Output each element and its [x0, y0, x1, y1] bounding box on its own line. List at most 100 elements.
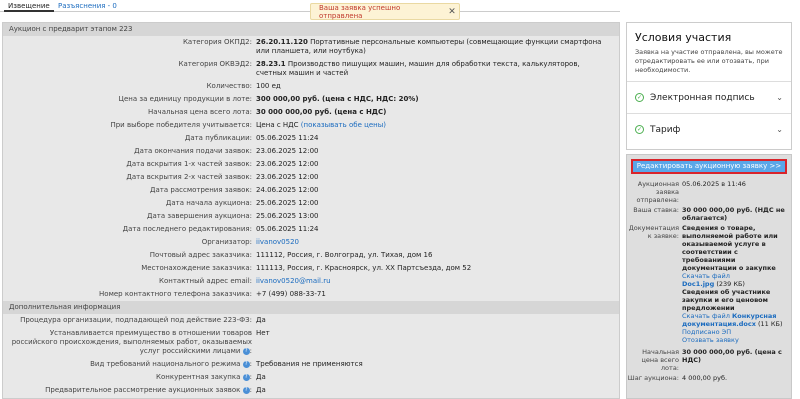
detail-row: Дата окончания подачи заявок: 23.06.2025 …	[3, 145, 619, 158]
detail-label: Контактный адрес email:	[159, 277, 252, 285]
detail-row: Номер контактного телефона заказчика: +7 …	[3, 288, 619, 301]
detail-value: 300 000,00 руб. (цена с НДС, НДС: 20%)	[256, 93, 619, 106]
detail-label: Дата рассмотрения заявок:	[150, 186, 252, 194]
additional-value: Требования не применяются	[256, 360, 363, 368]
additional-label-text: Процедура организации, подпадающей под д…	[20, 316, 252, 324]
close-icon[interactable]: ✕	[445, 7, 459, 17]
detail-row: Категория ОКВЭД2: 28.23.1 Производство пи…	[3, 58, 619, 80]
additional-label: Устанавливается преимущество в отношении…	[11, 329, 252, 355]
detail-link[interactable]: (показывать обе цены)	[301, 121, 386, 129]
additional-row: Процедура организации, подпадающей под д…	[3, 314, 619, 327]
additional-label-text: Конкурентная закупка	[156, 373, 241, 381]
detail-value: 25.06.2025 13:00	[256, 210, 619, 223]
withdraw-link[interactable]: Отозвать заявку	[682, 336, 739, 344]
bid-value: 30 000 000,00 руб. (НДС не облагается)	[682, 206, 785, 222]
detail-value: 25.06.2025 12:00	[256, 197, 619, 210]
detail-row: Количество: 100 ед	[3, 80, 619, 93]
detail-value: 24.06.2025 12:00	[256, 184, 619, 197]
detail-row: При выборе победителя учитывается: Цена с…	[3, 119, 619, 132]
detail-row: Дата завершения аукциона: 25.06.2025 13:0…	[3, 210, 619, 223]
tab-notice[interactable]: Извещение	[4, 2, 54, 12]
doc2-desc: Сведения об участнике закупки и его цено…	[682, 288, 771, 312]
edit-application-button[interactable]: Редактировать аукционную заявку >>	[631, 159, 787, 174]
additional-value: Да	[256, 373, 266, 381]
check-icon: ✓	[635, 125, 644, 134]
detail-value-text: 23.06.2025 12:00	[256, 160, 319, 168]
step-value: 4 000,00 руб.	[682, 374, 728, 382]
detail-label: Номер контактного телефона заказчика:	[99, 290, 252, 298]
additional-value: Да	[256, 386, 266, 394]
docs-list: Сведения о товаре, выполняемой работе ил…	[682, 224, 791, 344]
detail-value: 23.06.2025 12:00	[256, 171, 619, 184]
additional-label: Вид требований национального режима ?:	[90, 360, 252, 368]
detail-label: Дата завершения аукциона:	[147, 212, 252, 220]
bid-label: Ваша ставка:	[633, 206, 679, 214]
detail-value-text: 05.06.2025 11:24	[256, 134, 319, 142]
tab-clarifications[interactable]: Разъяснения - 0	[54, 2, 121, 10]
accordion-label: Тариф	[650, 124, 681, 135]
additional-rows: Процедура организации, подпадающей под д…	[3, 314, 619, 397]
detail-value: iivanov0520	[256, 236, 619, 249]
detail-value: 111113, Россия, г. Красноярск, ул. ХХ Па…	[256, 262, 619, 275]
help-icon[interactable]: ?	[242, 386, 250, 394]
detail-row: Организатор: iivanov0520	[3, 236, 619, 249]
detail-value-text: 111113, Россия, г. Красноярск, ул. ХХ Па…	[256, 264, 472, 272]
help-icon[interactable]: ?	[242, 373, 250, 381]
detail-value-text: 23.06.2025 12:00	[256, 147, 319, 155]
detail-value: +7 (499) 088-33-71	[256, 288, 619, 301]
detail-value: 30 000 000,00 руб. (цена с НДС)	[256, 106, 619, 119]
signed-link[interactable]: Подписано ЭП	[682, 328, 731, 336]
detail-value-text: 23.06.2025 12:00	[256, 173, 319, 181]
detail-value-text: Портативные персональные компьютеры (сов…	[256, 38, 602, 55]
details-rows: Категория ОКПД2: 26.20.11.120 Портативные…	[3, 36, 619, 301]
help-icon[interactable]: ?	[242, 347, 250, 355]
detail-value-text: 111112, Россия, г. Волгоград, ул. Тихая,…	[256, 251, 433, 259]
detail-label: Категория ОКВЭД2:	[178, 60, 252, 68]
detail-row: Местонахождение заказчика: 111113, Россия…	[3, 262, 619, 275]
detail-row: Дата вскрытия 1-х частей заявок: 23.06.20…	[3, 158, 619, 171]
detail-row: Дата последнего редактирования: 05.06.202…	[3, 223, 619, 236]
detail-label: Почтовый адрес заказчика:	[149, 251, 252, 259]
detail-row: Начальная цена всего лота: 30 000 000,00 …	[3, 106, 619, 119]
detail-value-text: 05.06.2025 11:24	[256, 225, 319, 233]
detail-value: 05.06.2025 11:24	[256, 223, 619, 236]
detail-label: Дата окончания подачи заявок:	[134, 147, 252, 155]
doc1-name[interactable]: Doc1.jpg	[682, 280, 714, 288]
detail-value-text: Цена с НДС	[256, 121, 299, 129]
accordion-tariff[interactable]: ✓ Тариф ⌄	[627, 113, 791, 145]
additional-label-text: Устанавливается преимущество в отношении…	[11, 329, 252, 355]
additional-row: Устанавливается преимущество в отношении…	[3, 327, 619, 358]
additional-row: Вид требований национального режима ?: Тр…	[3, 358, 619, 371]
doc1-download-link[interactable]: Скачать файл	[682, 272, 730, 280]
detail-value: 26.20.11.120 Портативные персональные ко…	[256, 36, 619, 58]
sent-label: Аукционная заявка отправлена:	[636, 180, 679, 204]
detail-row: Контактный адрес email: iivanov0520@mail.…	[3, 275, 619, 288]
detail-label: Дата публикации:	[184, 134, 252, 142]
detail-value: iivanov0520@mail.ru	[256, 275, 619, 288]
additional-label: Предварительное рассмотрение аукционных …	[45, 386, 252, 394]
detail-row: Цена за единицу продукции в лоте: 300 000…	[3, 93, 619, 106]
start-price-label: Начальная цена всего лота:	[641, 348, 679, 372]
sent-value: 05.06.2025 в 11:46	[682, 180, 746, 188]
detail-row: Дата начала аукциона: 25.06.2025 12:00	[3, 197, 619, 210]
additional-row: Конкурентная закупка ?: Да	[3, 371, 619, 384]
application-card: Редактировать аукционную заявку >> Аукци…	[626, 154, 792, 399]
detail-value-text: 24.06.2025 12:00	[256, 186, 319, 194]
detail-link[interactable]: iivanov0520@mail.ru	[256, 277, 331, 285]
detail-value-text: Производство пишущих машин, машин для об…	[256, 60, 580, 77]
doc2-download-link[interactable]: Скачать файл	[682, 312, 730, 320]
accordion-signature[interactable]: ✓ Электронная подпись ⌄	[627, 81, 791, 113]
additional-label: Конкурентная закупка ?:	[156, 373, 252, 381]
detail-label: Категория ОКПД2:	[182, 38, 252, 46]
conditions-card: Условия участия Заявка на участие отправ…	[626, 22, 792, 150]
participation-panel: Условия участия Заявка на участие отправ…	[626, 22, 792, 150]
help-icon[interactable]: ?	[242, 360, 250, 368]
detail-link[interactable]: iivanov0520	[256, 238, 299, 246]
detail-row: Категория ОКПД2: 26.20.11.120 Портативные…	[3, 36, 619, 58]
detail-value-text: +7 (499) 088-33-71	[256, 290, 326, 298]
accordion-label: Электронная подпись	[650, 92, 755, 103]
detail-value-text: 25.06.2025 13:00	[256, 212, 319, 220]
detail-label: Цена за единицу продукции в лоте:	[118, 95, 252, 103]
additional-value: Да	[256, 316, 266, 324]
detail-label: Местонахождение заказчика:	[141, 264, 252, 272]
